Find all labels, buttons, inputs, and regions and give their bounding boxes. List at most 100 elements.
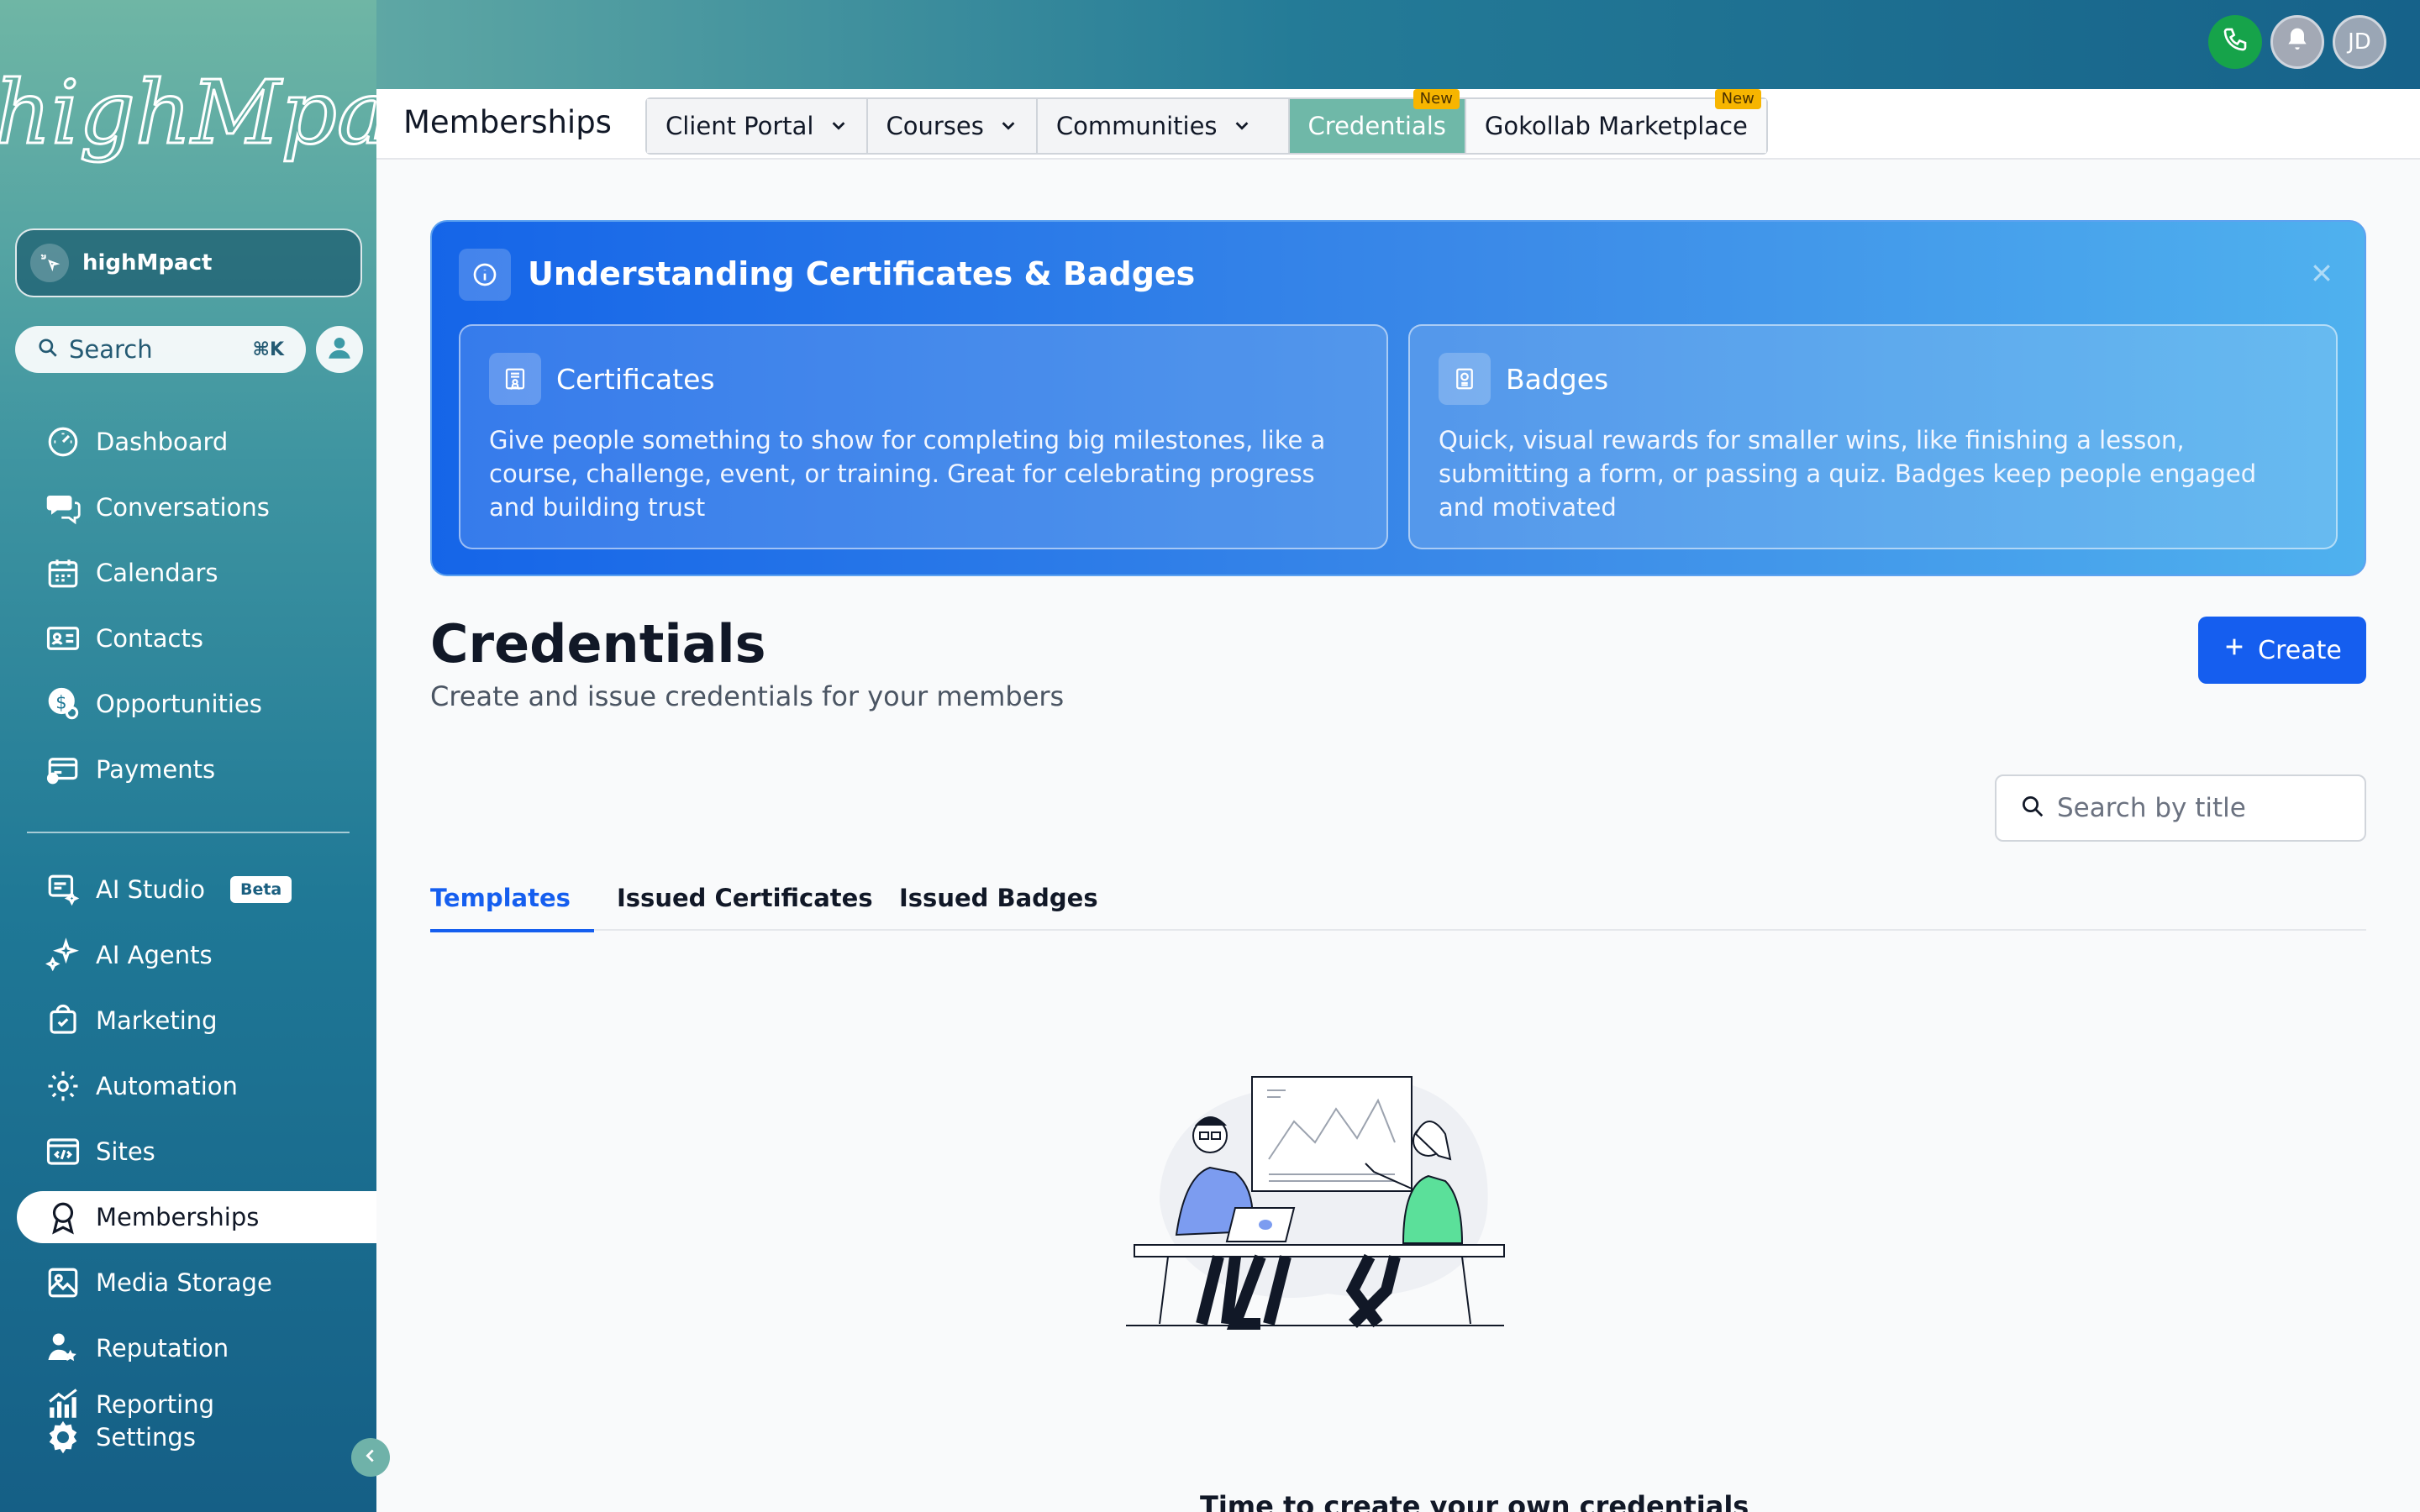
page-title: Credentials (430, 613, 766, 675)
create-button[interactable]: Create (2198, 617, 2366, 684)
sidebar-divider (27, 832, 350, 833)
certificate-icon (489, 353, 541, 405)
sidebar-item-marketing[interactable]: Marketing (17, 995, 376, 1047)
chevron-down-icon (999, 112, 1018, 140)
sidebar-item-reporting[interactable]: Reporting (17, 1388, 376, 1421)
profile-button[interactable] (316, 326, 363, 373)
ai-agents-icon (45, 937, 79, 972)
badges-card: Badges Quick, visual rewards for smaller… (1408, 324, 2338, 549)
sidebar-item-conversations[interactable]: Conversations (17, 481, 376, 533)
sidebar-item-label: Sites (96, 1137, 155, 1166)
beta-badge: Beta (229, 876, 292, 903)
sidebar-item-memberships[interactable]: Memberships (17, 1191, 376, 1243)
brand-logo[interactable]: highMpact (0, 25, 376, 210)
sidebar-item-automation[interactable]: Automation (17, 1060, 376, 1112)
svg-text:highMpact: highMpact (0, 61, 376, 164)
tab-client-portal[interactable]: Client Portal (647, 99, 868, 153)
reporting-icon (49, 1389, 77, 1418)
sidebar-item-label: Calendars (96, 559, 218, 587)
opportunities-icon: $ (48, 687, 79, 720)
sidebar-item-label: Reporting (96, 1390, 214, 1419)
top-header: JD (376, 0, 2420, 89)
dashboard-icon (48, 427, 78, 457)
subnav-tabs: Client Portal Courses Communities Creden… (645, 89, 1768, 155)
new-badge: New (1413, 89, 1460, 109)
tab-label: Communities (1055, 112, 1218, 140)
sidebar-item-label: Conversations (96, 493, 270, 522)
sidebar-item-reputation[interactable]: Reputation (17, 1322, 376, 1374)
create-button-label: Create (2258, 635, 2342, 665)
card-description: Give people something to show for comple… (489, 426, 1326, 522)
sidebar-item-ai-studio[interactable]: AI Studio Beta (17, 864, 376, 916)
tab-label: Courses (886, 112, 984, 140)
badge-icon (1439, 353, 1491, 405)
title-search-input[interactable] (2057, 793, 2343, 823)
tab-templates[interactable]: Templates (430, 884, 594, 932)
card-title: Certificates (556, 362, 715, 396)
media-storage-icon (48, 1268, 78, 1298)
sidebar-search[interactable]: Search ⌘K (15, 326, 306, 373)
tab-label: Credentials (1307, 112, 1446, 140)
tab-gokollab-marketplace[interactable]: Gokollab Marketplace New (1465, 89, 1766, 153)
tab-credentials[interactable]: Credentials New (1289, 89, 1466, 153)
credentials-tabs: Templates Issued Certificates Issued Bad… (430, 884, 2366, 932)
sidebar-item-label: Settings (96, 1423, 196, 1452)
page-subtitle: Create and issue credentials for your me… (430, 680, 1065, 712)
empty-state-illustration (1126, 1042, 1512, 1369)
sidebar-item-label: Payments (96, 755, 216, 784)
sidebar-item-label: Marketing (96, 1006, 218, 1035)
new-badge: New (1714, 89, 1761, 109)
sidebar-item-label: Opportunities (96, 690, 262, 718)
chevron-left-icon (361, 1446, 380, 1468)
reputation-icon (48, 1333, 76, 1362)
settings-icon (49, 1420, 77, 1454)
sidebar-item-settings[interactable]: Settings (17, 1418, 376, 1457)
empty-state-text: Time to create your own credentials (1200, 1490, 1749, 1512)
sidebar-search-label: Search (69, 335, 153, 364)
sidebar-item-label: Contacts (96, 624, 203, 653)
search-shortcut-hint: ⌘K (252, 339, 284, 360)
calendar-icon (48, 559, 78, 588)
card-description: Quick, visual rewards for smaller wins, … (1439, 426, 2257, 522)
plus-icon (2223, 635, 2246, 665)
sidebar-item-label: Media Storage (96, 1268, 272, 1297)
tab-courses[interactable]: Courses (867, 99, 1038, 153)
sidebar-item-label: Reputation (96, 1334, 229, 1362)
tab-issued-certificates[interactable]: Issued Certificates (617, 884, 873, 931)
sidebar-item-label: AI Studio (96, 875, 205, 904)
title-search-box (1995, 774, 2366, 842)
sidebar-item-sites[interactable]: Sites (17, 1126, 376, 1178)
sidebar-item-ai-agents[interactable]: AI Agents (17, 929, 376, 981)
sidebar-item-label: Memberships (96, 1203, 260, 1231)
sidebar-item-contacts[interactable]: Contacts (17, 612, 376, 664)
location-pointer-icon (30, 244, 69, 282)
account-switcher[interactable]: highMpact (15, 228, 362, 297)
svg-text:$: $ (55, 692, 66, 712)
account-name: highMpact (82, 250, 213, 276)
sidebar-item-dashboard[interactable]: Dashboard (17, 416, 376, 468)
close-icon[interactable] (2309, 260, 2334, 289)
phone-button[interactable] (2208, 15, 2262, 69)
ai-studio-icon (48, 874, 80, 906)
card-title: Badges (1506, 362, 1609, 396)
notifications-button[interactable] (2270, 15, 2324, 69)
sidebar-item-media-storage[interactable]: Media Storage (17, 1257, 376, 1309)
memberships-subnav: Memberships Client Portal Courses Commun… (376, 89, 2420, 160)
sidebar-item-label: Automation (96, 1072, 238, 1100)
tab-label: Gokollab Marketplace (1484, 112, 1748, 140)
sidebar-item-payments[interactable]: Payments (17, 743, 376, 795)
sidebar-collapse-button[interactable] (351, 1438, 390, 1477)
phone-icon (2222, 26, 2249, 59)
sidebar: highMpact highMpact Search ⌘K (0, 0, 376, 1512)
banner-title: Understanding Certificates & Badges (528, 255, 1196, 292)
sidebar-item-opportunities[interactable]: $ Opportunities (17, 678, 376, 730)
user-avatar[interactable]: JD (2333, 15, 2386, 69)
memberships-icon (52, 1202, 74, 1235)
search-icon (2020, 794, 2045, 822)
tab-issued-badges[interactable]: Issued Badges (899, 884, 1098, 931)
sites-icon (46, 1138, 80, 1165)
sidebar-item-calendars[interactable]: Calendars (17, 547, 376, 599)
header-actions: JD (2208, 15, 2386, 69)
user-icon (325, 333, 354, 365)
tab-communities[interactable]: Communities (1037, 99, 1290, 153)
